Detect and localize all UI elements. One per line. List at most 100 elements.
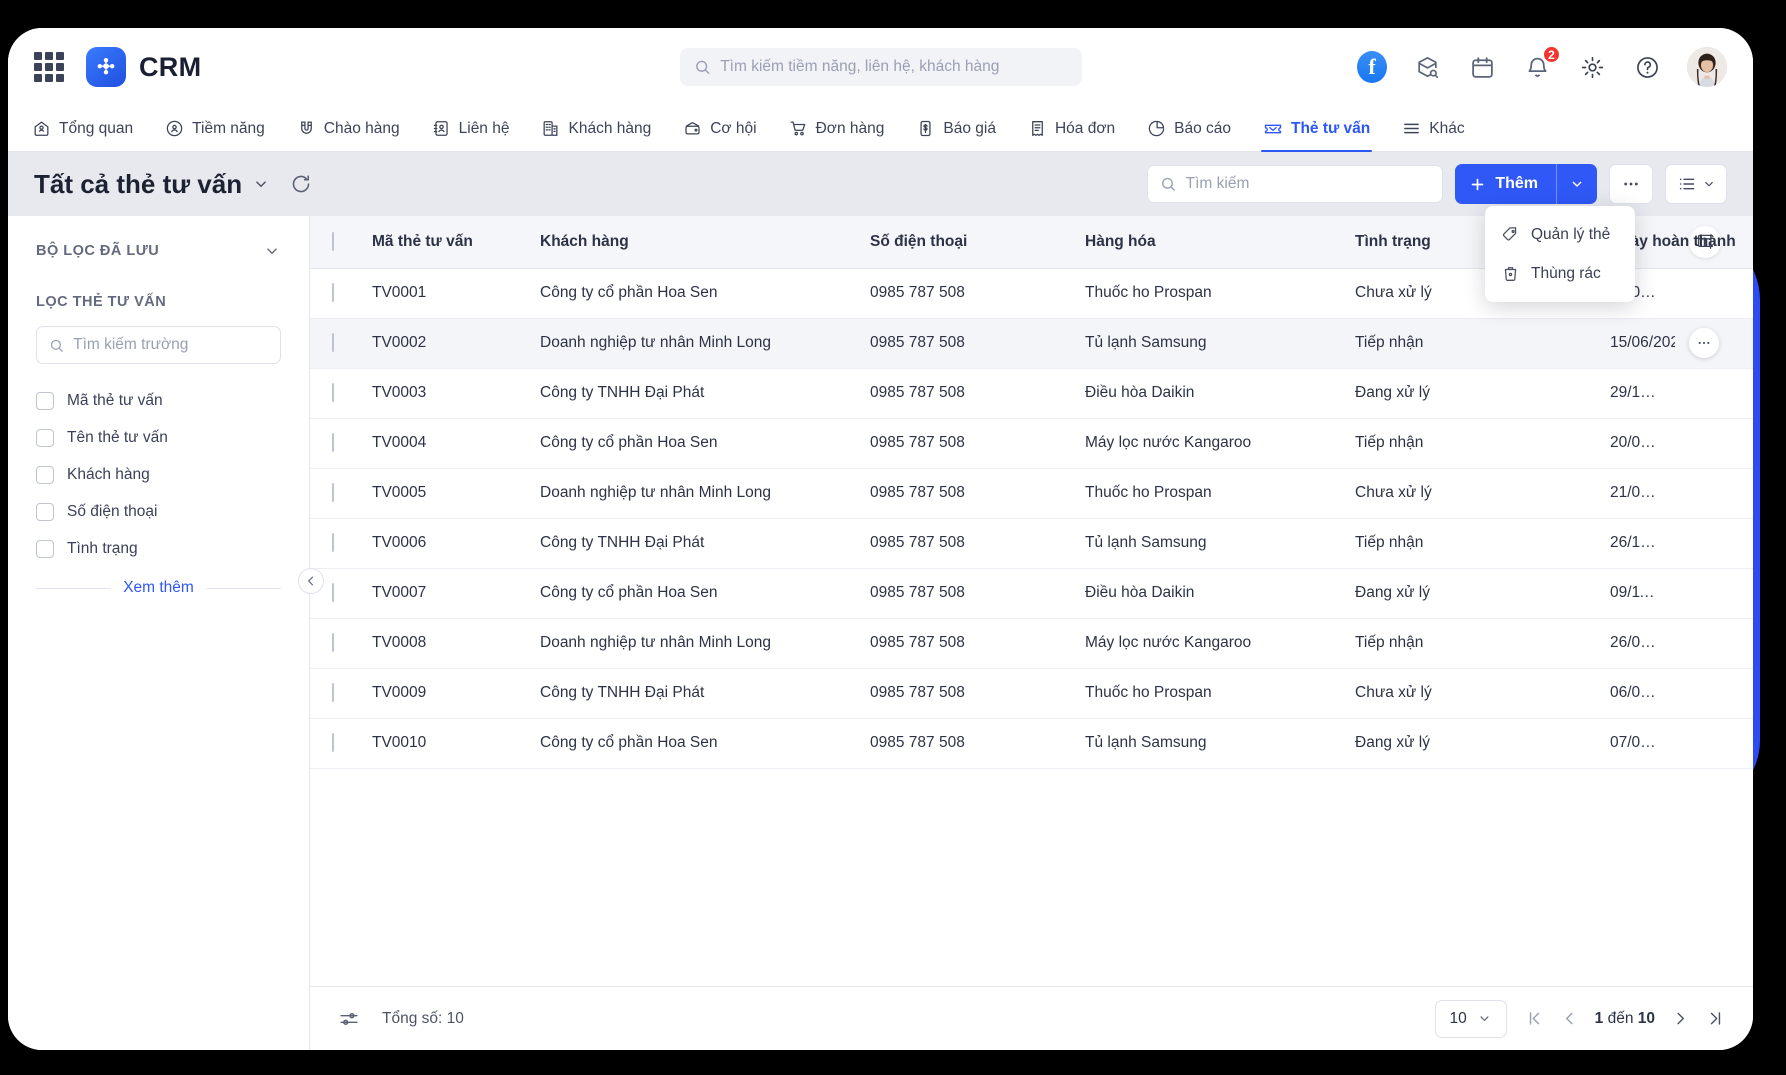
first-page-button[interactable] — [1525, 1009, 1544, 1028]
cell-customer[interactable]: Công ty TNHH Đại Phát — [526, 668, 856, 719]
checkbox[interactable] — [36, 428, 54, 447]
apps-grid-icon[interactable] — [34, 52, 64, 82]
add-button[interactable]: Thêm — [1455, 164, 1556, 204]
cell-phone[interactable]: 0985 787 508 — [856, 568, 1071, 619]
cell-code[interactable]: TV0004 — [358, 418, 526, 469]
cell-code[interactable]: TV0003 — [358, 368, 526, 419]
row-select-cell[interactable] — [310, 518, 358, 569]
add-dropdown-toggle[interactable] — [1557, 164, 1597, 204]
cell-goods[interactable]: Điều hòa Daikin — [1071, 368, 1341, 419]
table-row[interactable]: TV0008 Doanh nghiệp tư nhân Minh Long 09… — [310, 618, 1753, 669]
global-search[interactable] — [679, 48, 1082, 86]
nav-tab-hoa-don[interactable]: Hóa đơn — [1012, 106, 1131, 151]
field-search-input[interactable] — [73, 336, 268, 354]
row-checkbox[interactable] — [332, 633, 334, 652]
cell-phone[interactable]: 0985 787 508 — [856, 468, 1071, 519]
nav-tab-khach-hang[interactable]: Khách hàng — [525, 106, 667, 151]
cell-customer[interactable]: Công ty cổ phần Hoa Sen — [526, 568, 856, 619]
nav-tab-bao-gia[interactable]: Báo giá — [900, 106, 1012, 151]
cell-phone[interactable]: 0985 787 508 — [856, 368, 1071, 419]
menu-item-thung-rac[interactable]: Thùng rác — [1485, 254, 1635, 293]
cell-code[interactable]: TV0009 — [358, 668, 526, 719]
package-search-icon[interactable] — [1412, 52, 1442, 82]
header-hang-hoa[interactable]: Hàng hóa — [1071, 216, 1341, 269]
next-page-button[interactable] — [1671, 1009, 1690, 1028]
table-row[interactable]: TV0006 Công ty TNHH Đại Phát 0985 787 50… — [310, 518, 1753, 569]
list-search-input[interactable] — [1185, 175, 1431, 193]
cell-phone[interactable]: 0985 787 508 — [856, 718, 1071, 769]
cell-code[interactable]: TV0006 — [358, 518, 526, 569]
field-search[interactable] — [36, 326, 281, 364]
show-more-link[interactable]: Xem thêm — [123, 579, 194, 597]
select-all-checkbox[interactable] — [332, 231, 334, 251]
cell-goods[interactable]: Thuốc ho Prospan — [1071, 268, 1341, 319]
calendar-icon[interactable] — [1467, 52, 1497, 82]
cell-goods[interactable]: Tủ lạnh Samsung — [1071, 718, 1341, 769]
cell-code[interactable]: TV0010 — [358, 718, 526, 769]
nav-tab-tong-quan[interactable]: Tổng quan — [32, 106, 149, 151]
nav-tab-co-hoi[interactable]: Cơ hội — [667, 106, 772, 151]
table-row[interactable]: TV0009 Công ty TNHH Đại Phát 0985 787 50… — [310, 668, 1753, 719]
facebook-icon[interactable]: f — [1357, 51, 1387, 83]
header-so-dien-thoai[interactable]: Số điện thoại — [856, 216, 1071, 269]
cell-customer[interactable]: Doanh nghiệp tư nhân Minh Long — [526, 468, 856, 519]
header-select-all[interactable] — [310, 216, 358, 269]
checkbox[interactable] — [36, 539, 54, 558]
filter-field-ma-the-tu-van[interactable]: Mã thẻ tư vấn — [36, 382, 281, 419]
row-checkbox[interactable] — [332, 333, 334, 352]
user-avatar[interactable] — [1687, 47, 1727, 87]
nav-tab-tiem-nang[interactable]: Tiềm năng — [149, 106, 281, 151]
cell-goods[interactable]: Tủ lạnh Samsung — [1071, 518, 1341, 569]
row-checkbox[interactable] — [332, 733, 334, 752]
cell-goods[interactable]: Điều hòa Daikin — [1071, 568, 1341, 619]
filter-field-tinh-trang[interactable]: Tình trạng — [36, 530, 281, 567]
cell-customer[interactable]: Công ty TNHH Đại Phát — [526, 518, 856, 569]
row-select-cell[interactable] — [310, 618, 358, 669]
cell-customer[interactable]: Doanh nghiệp tư nhân Minh Long — [526, 618, 856, 669]
row-select-cell[interactable] — [310, 718, 358, 769]
checkbox[interactable] — [36, 391, 54, 410]
checkbox[interactable] — [36, 465, 54, 484]
cell-customer[interactable]: Công ty TNHH Đại Phát — [526, 368, 856, 419]
cell-phone[interactable]: 0985 787 508 — [856, 268, 1071, 319]
gear-icon[interactable] — [1577, 52, 1607, 82]
header-khach-hang[interactable]: Khách hàng — [526, 216, 856, 269]
header-ma-the-tu-van[interactable]: Mã thẻ tư vấn — [358, 216, 526, 269]
cell-goods[interactable]: Máy lọc nước Kangaroo — [1071, 418, 1341, 469]
cell-customer[interactable]: Công ty cổ phần Hoa Sen — [526, 268, 856, 319]
row-select-cell[interactable] — [310, 418, 358, 469]
row-checkbox[interactable] — [332, 383, 334, 402]
table-row[interactable]: TV0005 Doanh nghiệp tư nhân Minh Long 09… — [310, 468, 1753, 519]
refresh-icon[interactable] — [290, 173, 312, 195]
cell-phone[interactable]: 0985 787 508 — [856, 418, 1071, 469]
cell-code[interactable]: TV0005 — [358, 468, 526, 519]
row-checkbox[interactable] — [332, 283, 334, 302]
row-select-cell[interactable] — [310, 668, 358, 719]
prev-page-button[interactable] — [1560, 1009, 1579, 1028]
cell-phone[interactable]: 0985 787 508 — [856, 318, 1071, 369]
sidebar-collapse-button[interactable] — [298, 568, 324, 594]
table-row[interactable]: TV0010 Công ty cổ phần Hoa Sen 0985 787 … — [310, 718, 1753, 769]
cell-goods[interactable]: Thuốc ho Prospan — [1071, 668, 1341, 719]
table-row[interactable]: TV0002 Doanh nghiệp tư nhân Minh Long 09… — [310, 318, 1753, 369]
view-mode-button[interactable] — [1665, 164, 1727, 204]
cell-phone[interactable]: 0985 787 508 — [856, 518, 1071, 569]
row-checkbox[interactable] — [332, 433, 334, 452]
row-checkbox[interactable] — [332, 683, 334, 702]
row-checkbox[interactable] — [332, 583, 334, 602]
row-checkbox[interactable] — [332, 533, 334, 552]
filter-field-ten-the-tu-van[interactable]: Tên thẻ tư vấn — [36, 419, 281, 456]
cell-phone[interactable]: 0985 787 508 — [856, 618, 1071, 669]
cell-code[interactable]: TV0002 — [358, 318, 526, 369]
cell-code[interactable]: TV0007 — [358, 568, 526, 619]
page-size-selector[interactable]: 10 — [1434, 999, 1507, 1038]
cell-code[interactable]: TV0008 — [358, 618, 526, 669]
cell-customer[interactable]: Công ty cổ phần Hoa Sen — [526, 418, 856, 469]
saved-filters-section-header[interactable]: BỘ LỌC ĐÃ LƯU — [36, 242, 281, 260]
cell-goods[interactable]: Tủ lạnh Samsung — [1071, 318, 1341, 369]
row-select-cell[interactable] — [310, 468, 358, 519]
row-select-cell[interactable] — [310, 368, 358, 419]
checkbox[interactable] — [36, 502, 54, 521]
menu-item-quan-ly-the[interactable]: Quản lý thẻ — [1485, 215, 1635, 254]
cell-customer[interactable]: Công ty cổ phần Hoa Sen — [526, 718, 856, 769]
